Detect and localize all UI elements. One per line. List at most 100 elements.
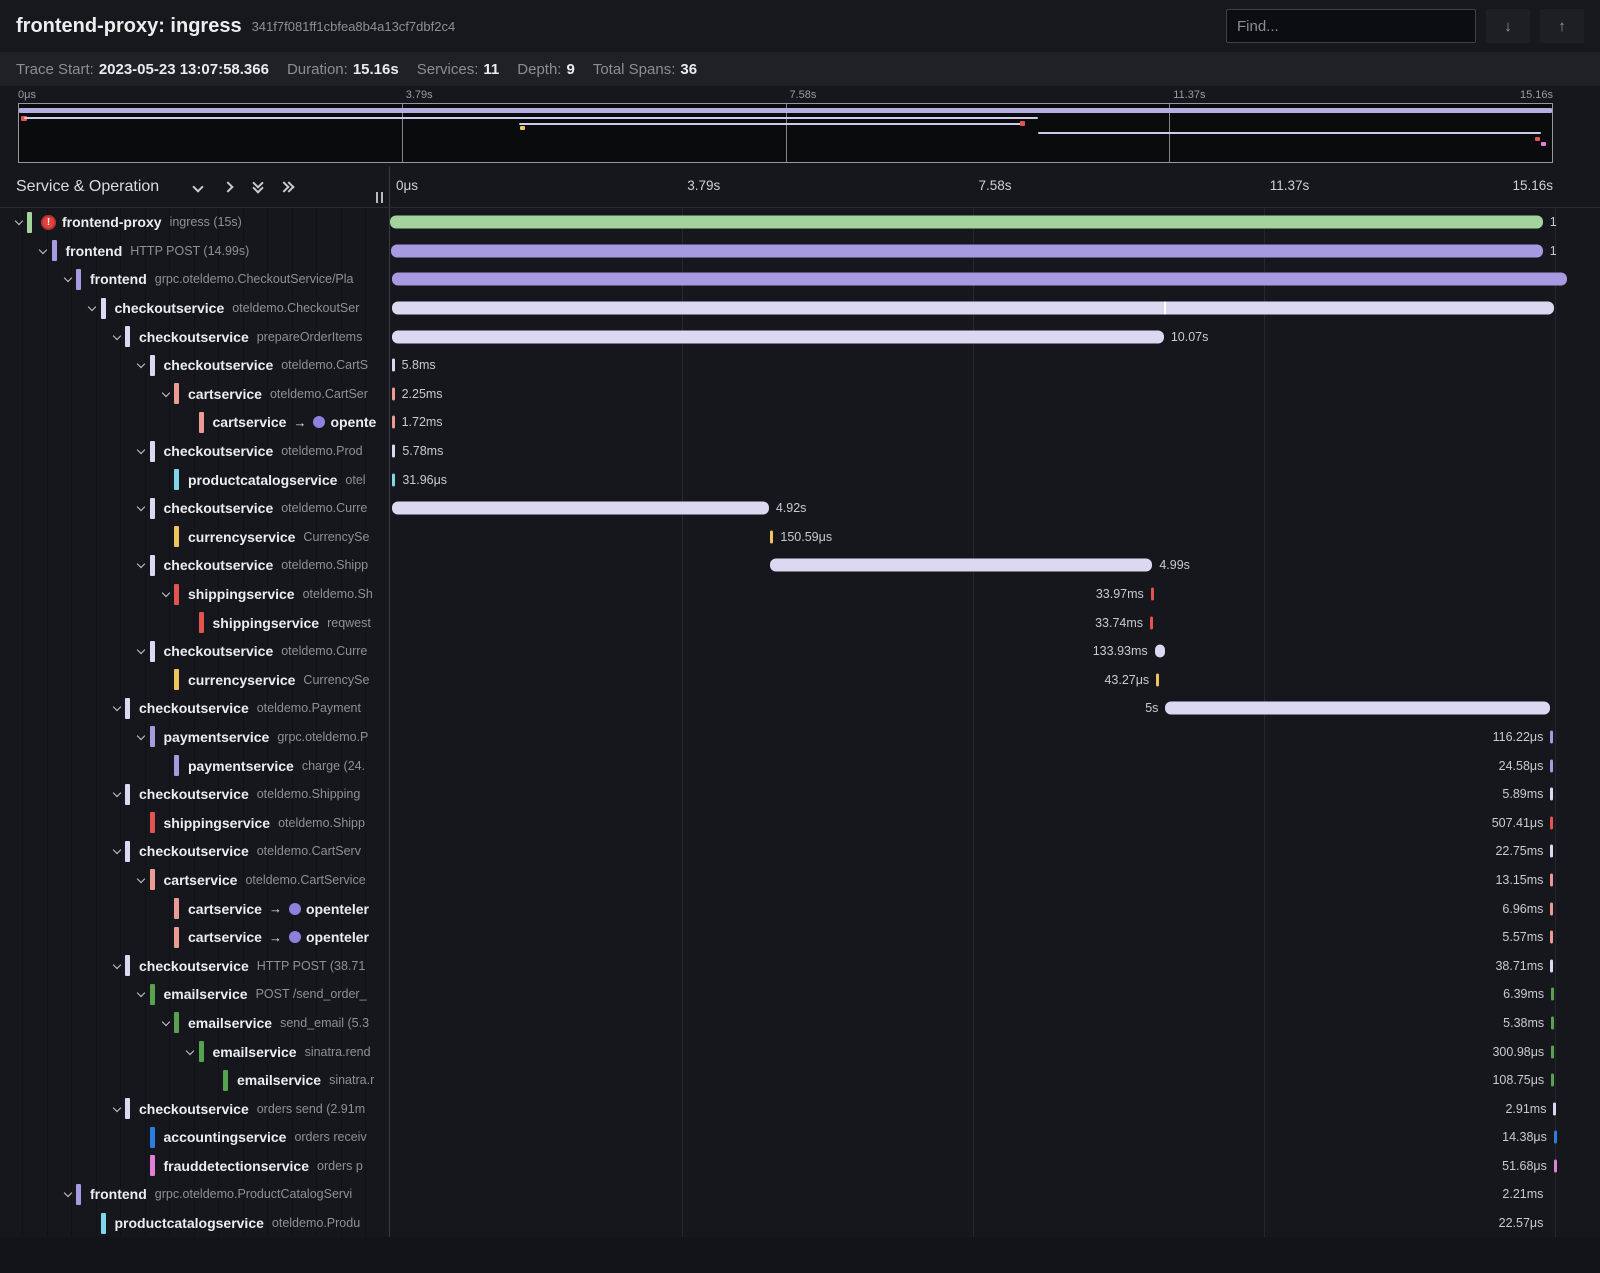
span-bar[interactable] (1156, 673, 1159, 686)
find-next-button[interactable]: ↓ (1486, 9, 1530, 43)
span-bar[interactable] (1550, 959, 1553, 972)
span-timeline-cell[interactable]: 300.98μs (390, 1037, 1600, 1066)
span-bar[interactable] (1551, 1074, 1554, 1087)
span-timeline-cell[interactable]: 5s (390, 694, 1600, 723)
span-label-cell[interactable]: currencyserviceCurrencySe (0, 523, 390, 552)
span-timeline-cell[interactable]: 6.96ms (390, 894, 1600, 923)
span-timeline-cell[interactable] (390, 265, 1600, 294)
span-label-cell[interactable]: shippingservicereqwest (0, 608, 390, 637)
span-timeline-cell[interactable]: 5.8ms (390, 351, 1600, 380)
span-label-cell[interactable]: checkoutserviceoteldemo.CartS (0, 351, 390, 380)
span-bar[interactable] (1550, 931, 1553, 944)
span-bar[interactable] (1165, 702, 1549, 715)
span-timeline-cell[interactable]: 4.92s (390, 494, 1600, 523)
span-timeline-cell[interactable]: 22.57μs (390, 1209, 1600, 1238)
trace-minimap[interactable]: 0μs3.79s7.58s11.37s15.16s (0, 86, 1600, 167)
span-label-cell[interactable]: currencyserviceCurrencySe (0, 666, 390, 695)
span-bar[interactable] (1550, 845, 1553, 858)
collapse-toggle[interactable] (59, 1192, 76, 1196)
span-label-cell[interactable]: cartservice→openteler (0, 923, 390, 952)
span-timeline-cell[interactable]: 33.74ms (390, 608, 1600, 637)
expand-one-icon[interactable] (221, 180, 235, 194)
span-bar[interactable] (1550, 873, 1553, 886)
span-timeline-cell[interactable]: 150.59μs (390, 523, 1600, 552)
span-bar[interactable] (392, 273, 1568, 286)
span-label-cell[interactable]: checkoutserviceHTTP POST (38.71 (0, 951, 390, 980)
span-label-cell[interactable]: emailservicesend_email (5.3 (0, 1009, 390, 1038)
span-label-cell[interactable]: frontendHTTP POST (14.99s) (0, 237, 390, 266)
span-label-cell[interactable]: frauddetectionserviceorders p (0, 1152, 390, 1181)
span-bar[interactable] (392, 302, 1555, 315)
span-timeline-cell[interactable]: 133.93ms (390, 637, 1600, 666)
span-label-cell[interactable]: shippingserviceoteldemo.Shipp (0, 808, 390, 837)
span-bar[interactable] (392, 330, 1164, 343)
collapse-toggle[interactable] (133, 878, 150, 882)
span-timeline-cell[interactable]: 5.38ms (390, 1009, 1600, 1038)
collapse-toggle[interactable] (133, 992, 150, 996)
span-bar[interactable] (391, 244, 1543, 257)
collapse-toggle[interactable] (133, 449, 150, 453)
span-label-cell[interactable]: productcatalogserviceoteldemo.Produ (0, 1209, 390, 1238)
span-timeline-cell[interactable]: 43.27μs (390, 666, 1600, 695)
span-timeline-cell[interactable]: 24.58μs (390, 751, 1600, 780)
span-timeline-cell[interactable]: 38.71ms (390, 951, 1600, 980)
span-label-cell[interactable]: accountingserviceorders receiv (0, 1123, 390, 1152)
span-timeline-cell[interactable]: 5.57ms (390, 923, 1600, 952)
span-timeline-cell[interactable]: 31.96μs (390, 465, 1600, 494)
span-label-cell[interactable]: checkoutserviceoteldemo.Shipping (0, 780, 390, 809)
collapse-toggle[interactable] (108, 706, 125, 710)
span-timeline-cell[interactable]: 116.22μs (390, 723, 1600, 752)
span-bar[interactable] (390, 216, 1543, 229)
span-bar[interactable] (770, 559, 1152, 572)
span-timeline-cell[interactable]: 14.38μs (390, 1123, 1600, 1152)
span-label-cell[interactable]: !frontend-proxyingress (15s) (0, 208, 390, 237)
collapse-toggle[interactable] (35, 249, 52, 253)
span-label-cell[interactable]: emailservicesinatra.rend (0, 1037, 390, 1066)
span-timeline-cell[interactable]: 108.75μs (390, 1066, 1600, 1095)
span-bar[interactable] (1151, 588, 1154, 601)
span-timeline-cell[interactable] (390, 294, 1600, 323)
span-timeline-cell[interactable]: 5.89ms (390, 780, 1600, 809)
span-label-cell[interactable]: checkoutserviceoteldemo.CheckoutSer (0, 294, 390, 323)
span-bar[interactable] (1554, 1131, 1557, 1144)
span-bar[interactable] (1551, 1045, 1554, 1058)
span-label-cell[interactable]: checkoutserviceoteldemo.Prod (0, 437, 390, 466)
collapse-toggle[interactable] (133, 563, 150, 567)
span-timeline-cell[interactable]: 2.91ms (390, 1094, 1600, 1123)
span-bar[interactable] (1150, 616, 1153, 629)
column-resize-handle[interactable] (376, 192, 383, 203)
span-bar[interactable] (1554, 1159, 1557, 1172)
span-label-cell[interactable]: emailservicesinatra.r (0, 1066, 390, 1095)
span-label-cell[interactable]: cartserviceoteldemo.CartSer (0, 380, 390, 409)
span-label-cell[interactable]: checkoutserviceoteldemo.CartServ (0, 837, 390, 866)
minimap-canvas[interactable] (18, 103, 1553, 163)
span-timeline-cell[interactable]: 4.99s (390, 551, 1600, 580)
span-label-cell[interactable]: cartservice→opente (0, 408, 390, 437)
collapse-all-icon[interactable] (251, 180, 265, 194)
collapse-toggle[interactable] (84, 306, 101, 310)
span-timeline-cell[interactable]: 1 (390, 208, 1600, 237)
collapse-toggle[interactable] (182, 1050, 199, 1054)
span-bar[interactable] (1550, 902, 1553, 915)
span-timeline-cell[interactable]: 1 (390, 237, 1600, 266)
span-label-cell[interactable]: paymentservicegrpc.oteldemo.P (0, 723, 390, 752)
expand-all-icon[interactable] (281, 180, 295, 194)
span-label-cell[interactable]: shippingserviceoteldemo.Sh (0, 580, 390, 609)
span-timeline-cell[interactable]: 5.78ms (390, 437, 1600, 466)
span-label-cell[interactable]: checkoutserviceorders send (2.91m (0, 1094, 390, 1123)
span-label-cell[interactable]: checkoutserviceoteldemo.Curre (0, 494, 390, 523)
span-bar[interactable] (1550, 730, 1553, 743)
span-timeline-cell[interactable]: 33.97ms (390, 580, 1600, 609)
collapse-toggle[interactable] (157, 1021, 174, 1025)
span-timeline-cell[interactable]: 51.68μs (390, 1152, 1600, 1181)
span-bar[interactable] (1553, 1102, 1556, 1115)
span-bar[interactable] (392, 502, 769, 515)
span-timeline-cell[interactable]: 13.15ms (390, 866, 1600, 895)
find-input[interactable] (1226, 9, 1476, 43)
span-timeline-cell[interactable]: 22.75ms (390, 837, 1600, 866)
collapse-toggle[interactable] (133, 506, 150, 510)
span-label-cell[interactable]: checkoutserviceoteldemo.Shipp (0, 551, 390, 580)
collapse-toggle[interactable] (108, 849, 125, 853)
collapse-toggle[interactable] (157, 392, 174, 396)
span-label-cell[interactable]: checkoutserviceoteldemo.Payment (0, 694, 390, 723)
